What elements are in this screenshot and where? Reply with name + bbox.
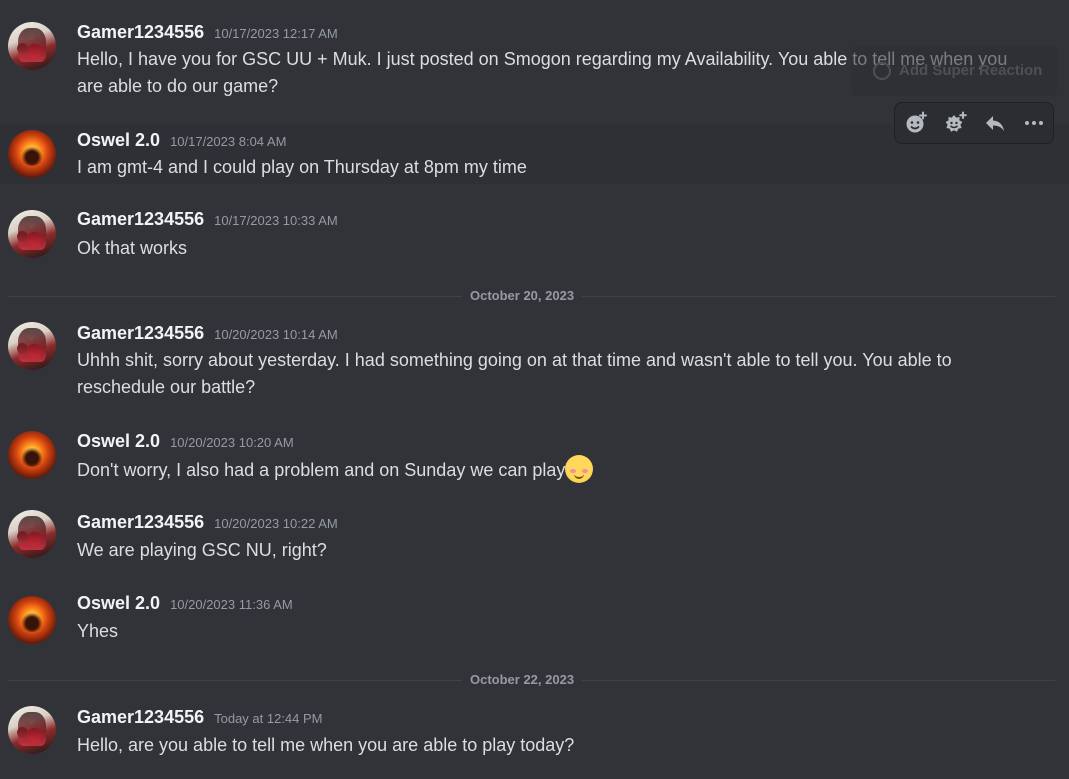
timestamp[interactable]: 10/17/2023 10:33 AM xyxy=(214,213,338,228)
avatar[interactable] xyxy=(8,22,56,70)
message[interactable]: Gamer1234556 10/17/2023 10:33 AM Ok that … xyxy=(0,204,1069,264)
message-text: Ok that works xyxy=(77,238,188,258)
message[interactable]: Oswel 2.0 10/20/2023 11:36 AM Yhes xyxy=(0,586,1069,648)
message-text: Don't worry, I also had a problem and on… xyxy=(77,455,1037,484)
username[interactable]: Oswel 2.0 xyxy=(77,130,160,150)
add-super-reaction-icon xyxy=(945,111,967,132)
reply-icon xyxy=(986,116,1004,131)
reply-button[interactable] xyxy=(978,107,1012,139)
username[interactable]: Gamer1234556 xyxy=(77,209,204,229)
message-text: Hello, are you able to tell me when you … xyxy=(77,735,575,755)
timestamp[interactable]: 10/17/2023 12:17 AM xyxy=(214,26,338,41)
timestamp[interactable]: Today at 12:44 PM xyxy=(214,711,322,726)
more-options-icon xyxy=(1025,121,1043,125)
super-reaction-label: Add Super Reaction xyxy=(899,62,1043,79)
message-text: Yhes xyxy=(77,621,119,641)
username[interactable]: Oswel 2.0 xyxy=(77,593,160,613)
username[interactable]: Gamer1234556 xyxy=(77,22,204,42)
username[interactable]: Oswel 2.0 xyxy=(77,431,160,451)
message-text: We are playing GSC NU, right? xyxy=(77,540,327,560)
username[interactable]: Gamer1234556 xyxy=(77,323,204,343)
timestamp[interactable]: 10/17/2023 8:04 AM xyxy=(170,134,286,149)
add-reaction-icon xyxy=(906,111,927,133)
message-text-body: Don't worry, I also had a problem and on… xyxy=(77,460,566,480)
message-text: Uhhh shit, sorry about yesterday. I had … xyxy=(77,350,952,397)
username[interactable]: Gamer1234556 xyxy=(77,512,204,532)
add-super-reaction-button[interactable] xyxy=(938,107,972,139)
message[interactable]: Gamer1234556 10/20/2023 10:14 AM Uhhh shi… xyxy=(0,316,1069,408)
avatar[interactable] xyxy=(8,210,56,258)
message[interactable]: Gamer1234556 Today at 12:44 PM Hello, are… xyxy=(0,700,1069,770)
username[interactable]: Gamer1234556 xyxy=(77,707,204,727)
avatar[interactable] xyxy=(8,431,56,479)
avatar[interactable] xyxy=(8,130,56,178)
smiling-face-with-blush-emoji-icon[interactable] xyxy=(565,455,594,483)
chat-message-list[interactable]: Gamer1234556 10/17/2023 12:17 AM Hello, I… xyxy=(0,0,1069,779)
date-divider-label: October 22, 2023 xyxy=(462,673,583,687)
message-hover-toolbar xyxy=(894,102,1054,144)
super-reaction-icon xyxy=(873,62,891,80)
avatar[interactable] xyxy=(8,706,56,754)
add-super-reaction-tooltip: Add Super Reaction xyxy=(851,46,1057,96)
avatar[interactable] xyxy=(8,596,56,644)
timestamp[interactable]: 10/20/2023 10:22 AM xyxy=(214,516,338,531)
add-reaction-button[interactable] xyxy=(899,107,933,139)
message-text: I am gmt-4 and I could play on Thursday … xyxy=(77,157,527,177)
avatar[interactable] xyxy=(8,510,56,558)
date-divider-label: October 20, 2023 xyxy=(462,289,583,303)
timestamp[interactable]: 10/20/2023 10:20 AM xyxy=(170,435,294,450)
more-options-button[interactable] xyxy=(1017,107,1051,139)
message[interactable]: Gamer1234556 10/20/2023 10:22 AM We are p… xyxy=(0,504,1069,566)
timestamp[interactable]: 10/20/2023 11:36 AM xyxy=(170,597,293,612)
avatar[interactable] xyxy=(8,322,56,370)
timestamp[interactable]: 10/20/2023 10:14 AM xyxy=(214,327,338,342)
message[interactable]: Oswel 2.0 10/20/2023 10:20 AM Don't worry… xyxy=(0,424,1069,490)
